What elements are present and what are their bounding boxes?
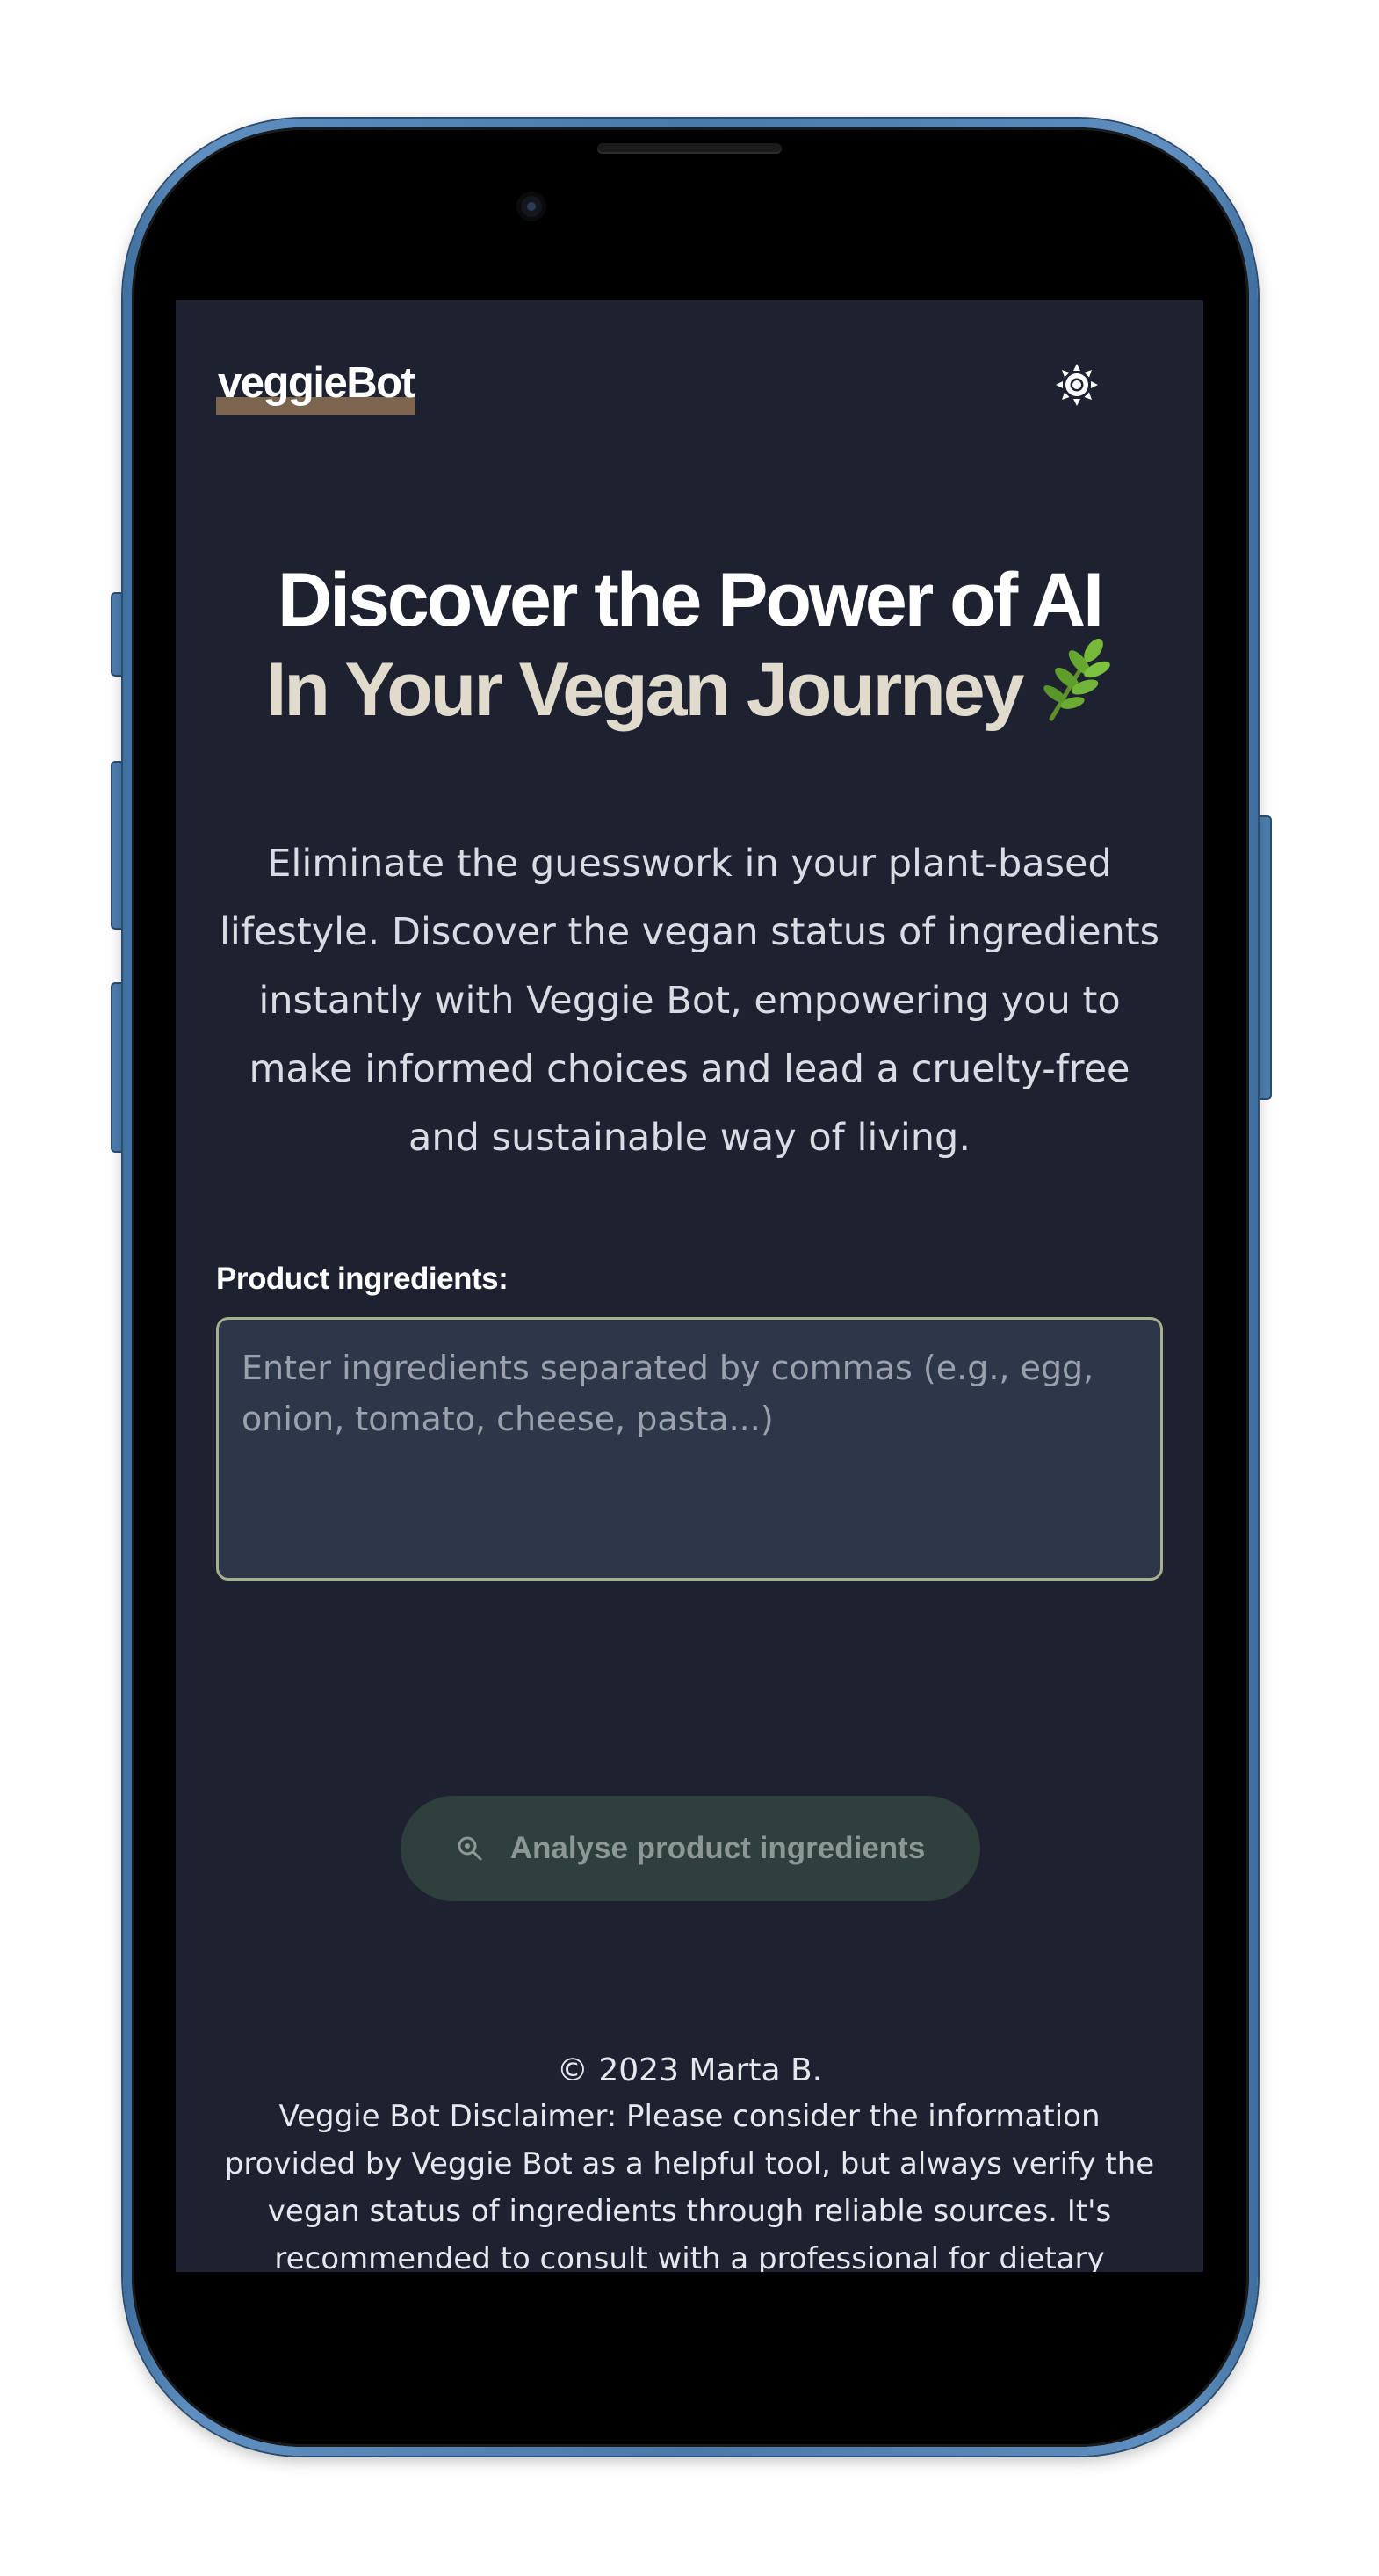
hero-description: Eliminate the guesswork in your plant-ba… [219,842,1160,1160]
herb-leaf-icon [1034,638,1113,734]
theme-toggle-button[interactable] [1050,358,1103,411]
ingredients-input[interactable] [216,1317,1163,1581]
analyse-button-label: Analyse product ingredients [509,1831,926,1865]
front-camera [516,192,546,221]
speaker-grille [597,143,782,154]
hero-title-line2-text: In Your Vegan Journey [265,648,1025,732]
hero-title-line1: Discover the Power of AI [278,558,1104,642]
disclaimer-text: Veggie Bot Disclaimer: Please consider t… [224,2099,1155,2272]
ingredients-label: Product ingredients: [216,1262,509,1296]
analyse-ingredients-button[interactable]: Analyse product ingredients [401,1796,980,1901]
power-button [1258,815,1272,1100]
logo[interactable]: veggieBot [216,357,416,415]
copyright-text: © 2023 Marta B. [556,2052,823,2088]
app-screen: veggieBot Discover the Power of AI In Yo… [176,300,1203,2272]
hero-title-line2: In Your Vegan Journey [176,638,1203,734]
hero-title: Discover the Power of AI In Your Vegan J… [176,562,1203,734]
search-icon [458,1836,482,1861]
footer: © 2023 Marta B. Veggie Bot Disclaimer: P… [216,2049,1163,2272]
sun-icon [1056,364,1098,406]
